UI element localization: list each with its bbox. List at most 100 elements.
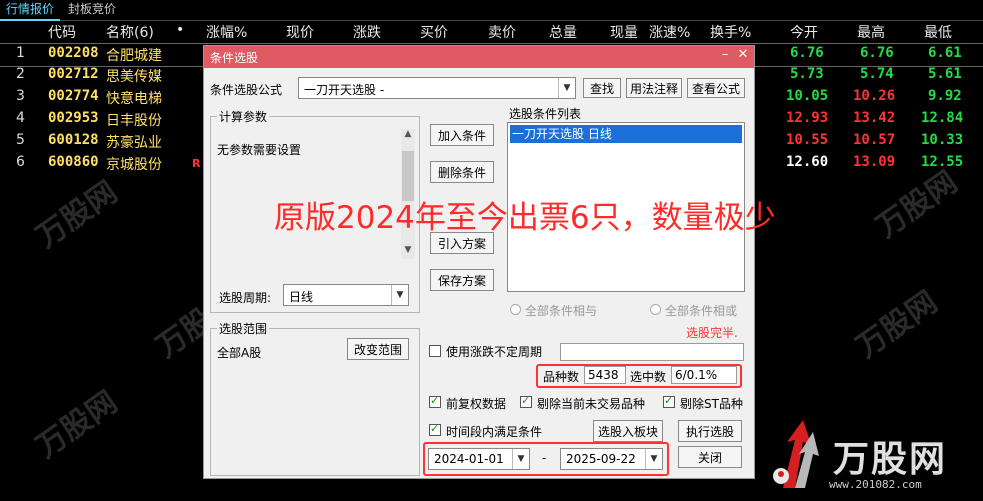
stock-name: 苏豪弘业: [106, 135, 162, 151]
col-bid[interactable]: 买价: [420, 22, 448, 42]
list-item[interactable]: 一刀开天选股 日线: [510, 125, 742, 143]
col-speed[interactable]: 涨速%: [649, 22, 690, 42]
open-price: 12.93: [786, 110, 829, 126]
stock-code: 002712: [48, 66, 99, 82]
col-turnover[interactable]: 换手%: [710, 22, 751, 42]
exclude-st-checkbox[interactable]: [663, 394, 675, 408]
site-logo: 万股网 www.201082.com: [765, 418, 980, 498]
stock-name: 日丰股份: [106, 113, 162, 129]
col-volume[interactable]: 总量: [549, 22, 577, 42]
tab-limit-auction[interactable]: 封板竞价: [62, 0, 122, 19]
delete-condition-button[interactable]: 删除条件: [430, 161, 494, 183]
row-index: 1: [16, 45, 25, 61]
col-change[interactable]: 涨跌: [353, 22, 381, 42]
high-price: 13.09: [853, 154, 896, 170]
low-price: 12.84: [921, 110, 964, 126]
range-group: 选股范围 全部A股 改变范围: [210, 320, 420, 476]
range-group-title: 选股范围: [217, 320, 270, 337]
close-icon[interactable]: ✕: [735, 47, 751, 65]
high-price: 13.42: [853, 110, 896, 126]
minimize-icon[interactable]: –: [717, 47, 733, 65]
view-formula-button[interactable]: 查看公式: [687, 78, 745, 98]
restore-checkbox[interactable]: [429, 394, 441, 408]
date-from-select[interactable]: 2024-01-01 ▼: [428, 448, 530, 470]
chevron-down-icon[interactable]: ▼: [645, 449, 662, 469]
watermark-1: 万股网: [30, 174, 124, 256]
stock-code: 002774: [48, 88, 99, 104]
open-price: 10.55: [786, 132, 829, 148]
row-index: 5: [16, 132, 25, 148]
radio-and[interactable]: [510, 304, 521, 315]
chevron-down-icon[interactable]: ▼: [391, 285, 408, 305]
date-to-select[interactable]: 2025-09-22 ▼: [560, 448, 663, 470]
col-change-pct[interactable]: 涨幅%: [206, 22, 247, 42]
col-cur-volume[interactable]: 现量: [610, 22, 638, 42]
params-text: 无参数需要设置: [217, 143, 302, 157]
period-value: 日线: [289, 290, 314, 304]
add-condition-button[interactable]: 加入条件: [430, 124, 494, 146]
watermark-4: 万股网: [850, 284, 944, 366]
scroll-up-icon[interactable]: ▲: [402, 129, 414, 141]
find-button[interactable]: 查找: [583, 78, 621, 98]
low-price: 6.61: [928, 45, 962, 61]
radio-or-label: 全部条件相或: [665, 304, 738, 318]
col-code[interactable]: 代码: [48, 22, 76, 42]
col-open[interactable]: 今开: [790, 22, 818, 42]
add-to-block-button[interactable]: 选股入板块: [593, 420, 663, 442]
row-index: 4: [16, 110, 25, 126]
annotation-text: 原版2024年至今出票6只，数量极少: [274, 200, 776, 236]
stock-code: 600860: [48, 154, 99, 170]
high-price: 6.76: [860, 45, 894, 61]
restore-label: 前复权数据: [446, 397, 507, 411]
scroll-down-icon[interactable]: ▼: [402, 245, 414, 257]
change-range-button[interactable]: 改变范围: [347, 338, 409, 360]
usage-notes-button[interactable]: 用法注释: [626, 78, 682, 98]
col-price[interactable]: 现价: [286, 22, 314, 42]
selected-label: 选中数: [630, 370, 667, 384]
date-from-value: 2024-01-01: [434, 452, 504, 466]
range-value: 全部A股: [217, 346, 262, 360]
tab-quotes[interactable]: 行情报价: [0, 0, 61, 21]
timerange-label: 时间段内满足条件: [446, 425, 543, 439]
close-button[interactable]: 关闭: [678, 446, 742, 468]
dialog-title: 条件选股: [210, 51, 259, 65]
chevron-down-icon[interactable]: ▼: [512, 449, 529, 469]
logo-text: 万股网: [833, 439, 948, 480]
period-label: 选股周期:: [219, 291, 272, 305]
run-selection-button[interactable]: 执行选股: [678, 420, 742, 442]
radio-and-label: 全部条件相与: [525, 304, 598, 318]
col-name[interactable]: 名称(6): [106, 22, 154, 42]
count-field: 5438: [584, 366, 626, 384]
open-price: 10.05: [786, 88, 829, 104]
date-separator: -: [542, 451, 547, 465]
stock-name: 思美传媒: [106, 69, 162, 85]
status-text: 选股完半.: [686, 326, 738, 340]
row-index: 2: [16, 66, 25, 82]
count-label: 品种数: [543, 370, 580, 384]
params-group-title: 计算参数: [217, 108, 270, 125]
stock-name: 京城股份: [106, 157, 162, 173]
period-select[interactable]: 日线 ▼: [283, 284, 409, 306]
low-price: 10.33: [921, 132, 964, 148]
exclude-untraded-checkbox[interactable]: [520, 394, 532, 408]
watermark-3: 万股网: [30, 384, 124, 466]
open-price: 12.60: [786, 154, 829, 170]
low-price: 5.61: [928, 66, 962, 82]
formula-value: 一刀开天选股 -: [304, 83, 385, 97]
uncertain-period-checkbox[interactable]: [429, 345, 441, 357]
dialog-title-bar[interactable]: 条件选股 – ✕: [204, 46, 754, 68]
col-high[interactable]: 最高: [857, 22, 885, 42]
low-price: 12.55: [921, 154, 964, 170]
col-ask[interactable]: 卖价: [488, 22, 516, 42]
col-dot: •: [176, 22, 185, 38]
timerange-checkbox[interactable]: [429, 422, 441, 436]
uncertain-period-label: 使用涨跌不定周期: [446, 345, 543, 359]
high-price: 10.26: [853, 88, 896, 104]
radio-or[interactable]: [650, 304, 661, 315]
chevron-down-icon[interactable]: ▼: [558, 78, 575, 98]
col-low[interactable]: 最低: [924, 22, 952, 42]
formula-select[interactable]: 一刀开天选股 - ▼: [298, 77, 576, 99]
uncertain-period-field[interactable]: [560, 343, 744, 361]
save-plan-button[interactable]: 保存方案: [430, 269, 494, 291]
high-price: 10.57: [853, 132, 896, 148]
